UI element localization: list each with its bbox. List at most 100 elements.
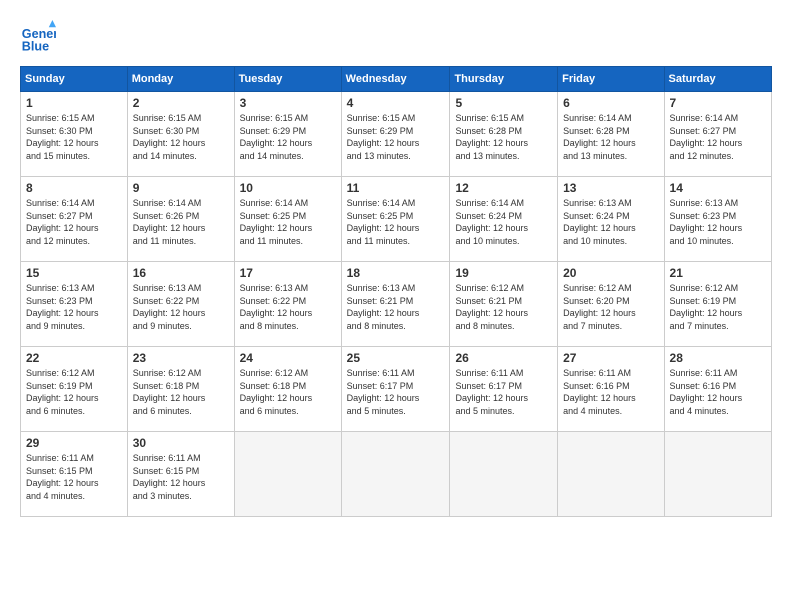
calendar-day-cell: 14 Sunrise: 6:13 AM Sunset: 6:23 PM Dayli…	[664, 177, 771, 262]
day-number: 7	[670, 96, 766, 110]
day-number: 19	[455, 266, 552, 280]
day-info: Sunrise: 6:13 AM Sunset: 6:24 PM Dayligh…	[563, 197, 658, 247]
weekday-header: Wednesday	[341, 67, 450, 92]
calendar-day-cell: 18 Sunrise: 6:13 AM Sunset: 6:21 PM Dayli…	[341, 262, 450, 347]
day-info: Sunrise: 6:12 AM Sunset: 6:21 PM Dayligh…	[455, 282, 552, 332]
day-number: 21	[670, 266, 766, 280]
calendar-week-row: 15 Sunrise: 6:13 AM Sunset: 6:23 PM Dayli…	[21, 262, 772, 347]
day-info: Sunrise: 6:14 AM Sunset: 6:26 PM Dayligh…	[133, 197, 229, 247]
day-info: Sunrise: 6:14 AM Sunset: 6:25 PM Dayligh…	[347, 197, 445, 247]
calendar-day-cell: 27 Sunrise: 6:11 AM Sunset: 6:16 PM Dayli…	[558, 347, 664, 432]
day-info: Sunrise: 6:15 AM Sunset: 6:30 PM Dayligh…	[133, 112, 229, 162]
logo-icon: General Blue	[20, 20, 56, 56]
calendar-day-cell: 23 Sunrise: 6:12 AM Sunset: 6:18 PM Dayli…	[127, 347, 234, 432]
calendar-day-cell: 24Sunrise: 6:12 AM Sunset: 6:18 PM Dayli…	[234, 347, 341, 432]
calendar-day-cell	[558, 432, 664, 517]
day-info: Sunrise: 6:13 AM Sunset: 6:22 PM Dayligh…	[133, 282, 229, 332]
day-number: 20	[563, 266, 658, 280]
calendar-day-cell	[234, 432, 341, 517]
day-info: Sunrise: 6:12 AM Sunset: 6:19 PM Dayligh…	[26, 367, 122, 417]
day-info: Sunrise: 6:13 AM Sunset: 6:23 PM Dayligh…	[670, 197, 766, 247]
calendar-day-cell: 3 Sunrise: 6:15 AM Sunset: 6:29 PM Daylig…	[234, 92, 341, 177]
calendar-day-cell: 29 Sunrise: 6:11 AM Sunset: 6:15 PM Dayli…	[21, 432, 128, 517]
calendar-table: SundayMondayTuesdayWednesdayThursdayFrid…	[20, 66, 772, 517]
page-header: General Blue	[20, 20, 772, 56]
day-number: 8	[26, 181, 122, 195]
calendar-day-cell: 28Sunrise: 6:11 AM Sunset: 6:16 PM Dayli…	[664, 347, 771, 432]
day-number: 24	[240, 351, 336, 365]
weekday-header: Saturday	[664, 67, 771, 92]
day-number: 1	[26, 96, 122, 110]
weekday-header: Tuesday	[234, 67, 341, 92]
day-info: Sunrise: 6:14 AM Sunset: 6:28 PM Dayligh…	[563, 112, 658, 162]
calendar-day-cell	[341, 432, 450, 517]
day-number: 2	[133, 96, 229, 110]
day-info: Sunrise: 6:11 AM Sunset: 6:17 PM Dayligh…	[455, 367, 552, 417]
calendar-day-cell: 10Sunrise: 6:14 AM Sunset: 6:25 PM Dayli…	[234, 177, 341, 262]
day-number: 14	[670, 181, 766, 195]
day-info: Sunrise: 6:12 AM Sunset: 6:20 PM Dayligh…	[563, 282, 658, 332]
weekday-header: Thursday	[450, 67, 558, 92]
day-info: Sunrise: 6:11 AM Sunset: 6:16 PM Dayligh…	[563, 367, 658, 417]
calendar-day-cell: 17 Sunrise: 6:13 AM Sunset: 6:22 PM Dayli…	[234, 262, 341, 347]
day-info: Sunrise: 6:13 AM Sunset: 6:22 PM Dayligh…	[240, 282, 336, 332]
day-info: Sunrise: 6:11 AM Sunset: 6:15 PM Dayligh…	[133, 452, 229, 502]
day-info: Sunrise: 6:14 AM Sunset: 6:24 PM Dayligh…	[455, 197, 552, 247]
calendar-week-row: 8 Sunrise: 6:14 AM Sunset: 6:27 PM Daylig…	[21, 177, 772, 262]
calendar-day-cell	[450, 432, 558, 517]
calendar-day-cell: 11 Sunrise: 6:14 AM Sunset: 6:25 PM Dayli…	[341, 177, 450, 262]
calendar-day-cell: 26 Sunrise: 6:11 AM Sunset: 6:17 PM Dayli…	[450, 347, 558, 432]
calendar-week-row: 1 Sunrise: 6:15 AM Sunset: 6:30 PM Daylig…	[21, 92, 772, 177]
calendar-week-row: 22 Sunrise: 6:12 AM Sunset: 6:19 PM Dayli…	[21, 347, 772, 432]
day-info: Sunrise: 6:11 AM Sunset: 6:15 PM Dayligh…	[26, 452, 122, 502]
day-info: Sunrise: 6:15 AM Sunset: 6:30 PM Dayligh…	[26, 112, 122, 162]
calendar-day-cell	[664, 432, 771, 517]
day-number: 12	[455, 181, 552, 195]
calendar-week-row: 29 Sunrise: 6:11 AM Sunset: 6:15 PM Dayli…	[21, 432, 772, 517]
day-number: 3	[240, 96, 336, 110]
day-number: 11	[347, 181, 445, 195]
day-info: Sunrise: 6:11 AM Sunset: 6:17 PM Dayligh…	[347, 367, 445, 417]
day-number: 17	[240, 266, 336, 280]
day-number: 26	[455, 351, 552, 365]
day-info: Sunrise: 6:15 AM Sunset: 6:29 PM Dayligh…	[347, 112, 445, 162]
calendar-day-cell: 12 Sunrise: 6:14 AM Sunset: 6:24 PM Dayli…	[450, 177, 558, 262]
calendar-day-cell: 20 Sunrise: 6:12 AM Sunset: 6:20 PM Dayli…	[558, 262, 664, 347]
day-number: 23	[133, 351, 229, 365]
day-info: Sunrise: 6:12 AM Sunset: 6:18 PM Dayligh…	[133, 367, 229, 417]
day-info: Sunrise: 6:14 AM Sunset: 6:27 PM Dayligh…	[670, 112, 766, 162]
calendar-day-cell: 9 Sunrise: 6:14 AM Sunset: 6:26 PM Daylig…	[127, 177, 234, 262]
calendar-day-cell: 6 Sunrise: 6:14 AM Sunset: 6:28 PM Daylig…	[558, 92, 664, 177]
weekday-header: Monday	[127, 67, 234, 92]
day-info: Sunrise: 6:11 AM Sunset: 6:16 PM Dayligh…	[670, 367, 766, 417]
calendar-day-cell: 15 Sunrise: 6:13 AM Sunset: 6:23 PM Dayli…	[21, 262, 128, 347]
day-info: Sunrise: 6:14 AM Sunset: 6:27 PM Dayligh…	[26, 197, 122, 247]
day-number: 29	[26, 436, 122, 450]
day-number: 13	[563, 181, 658, 195]
day-number: 16	[133, 266, 229, 280]
svg-text:Blue: Blue	[22, 40, 49, 54]
calendar-day-cell: 8 Sunrise: 6:14 AM Sunset: 6:27 PM Daylig…	[21, 177, 128, 262]
day-info: Sunrise: 6:13 AM Sunset: 6:23 PM Dayligh…	[26, 282, 122, 332]
day-number: 4	[347, 96, 445, 110]
day-number: 15	[26, 266, 122, 280]
day-number: 10	[240, 181, 336, 195]
day-number: 22	[26, 351, 122, 365]
calendar-day-cell: 1 Sunrise: 6:15 AM Sunset: 6:30 PM Daylig…	[21, 92, 128, 177]
day-number: 5	[455, 96, 552, 110]
calendar-day-cell: 30Sunrise: 6:11 AM Sunset: 6:15 PM Dayli…	[127, 432, 234, 517]
day-number: 6	[563, 96, 658, 110]
calendar-day-cell: 7 Sunrise: 6:14 AM Sunset: 6:27 PM Daylig…	[664, 92, 771, 177]
day-number: 27	[563, 351, 658, 365]
calendar-day-cell: 21Sunrise: 6:12 AM Sunset: 6:19 PM Dayli…	[664, 262, 771, 347]
weekday-header: Sunday	[21, 67, 128, 92]
calendar-day-cell: 13 Sunrise: 6:13 AM Sunset: 6:24 PM Dayli…	[558, 177, 664, 262]
day-number: 9	[133, 181, 229, 195]
calendar-day-cell: 22 Sunrise: 6:12 AM Sunset: 6:19 PM Dayli…	[21, 347, 128, 432]
calendar-day-cell: 25Sunrise: 6:11 AM Sunset: 6:17 PM Dayli…	[341, 347, 450, 432]
day-info: Sunrise: 6:15 AM Sunset: 6:29 PM Dayligh…	[240, 112, 336, 162]
day-info: Sunrise: 6:13 AM Sunset: 6:21 PM Dayligh…	[347, 282, 445, 332]
day-number: 18	[347, 266, 445, 280]
calendar-day-cell: 16 Sunrise: 6:13 AM Sunset: 6:22 PM Dayli…	[127, 262, 234, 347]
day-info: Sunrise: 6:15 AM Sunset: 6:28 PM Dayligh…	[455, 112, 552, 162]
